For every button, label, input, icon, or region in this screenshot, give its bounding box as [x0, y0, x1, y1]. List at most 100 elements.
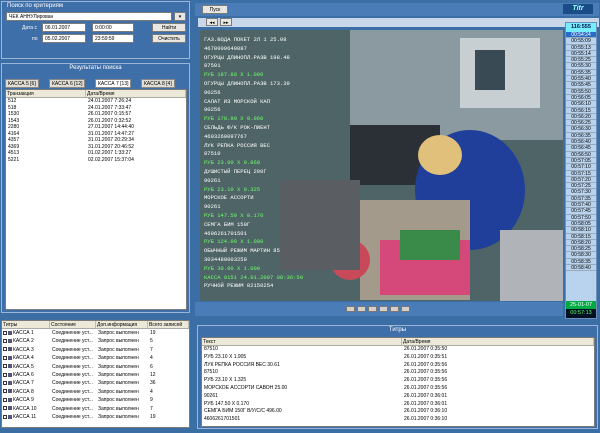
overlay-line: МОРСКОЕ АССОРТИ [204, 194, 254, 202]
register-checkbox[interactable] [3, 397, 7, 402]
state-cell: Соединение уст... [52, 380, 93, 387]
overlay-line: 4603260097767 [204, 132, 247, 140]
titles-panel: Титры Текст Дата/Время 87510 26.01.2007 0… [197, 325, 598, 429]
last-frame-button[interactable] [401, 306, 410, 312]
first-frame-button[interactable] [346, 306, 355, 312]
table-row[interactable]: ЛУК РЕПКА РОССИЯ ВЕС 30.61 26.01.2007 0:3… [202, 362, 594, 370]
table-row[interactable]: РУБ 147.50 Х 0.170 26.01.2007 0:36:01 [202, 401, 594, 409]
total-cell: 5 [150, 338, 153, 345]
total-cell: 36 [150, 380, 156, 387]
register-name-cell: КАССА 4 [2, 354, 50, 362]
tab-kassa-7[interactable]: КАССА 7 [13] [95, 79, 132, 88]
table-row[interactable]: 87510 26.01.2007 0:35:50 [202, 346, 594, 354]
rewind-button[interactable]: ◂◂ [206, 18, 218, 26]
overlay-line: 90261 [204, 176, 221, 184]
column-datetime[interactable]: Дата/Время [86, 90, 186, 97]
table-row[interactable]: 90261 26.01.2007 0:36:01 [202, 393, 594, 401]
date-from-input[interactable]: 06.01.2007 [42, 23, 86, 32]
register-checkbox[interactable] [3, 339, 7, 344]
table-row[interactable]: КАССА 8 Соединение уст... Запрос выполнен 4 [2, 388, 189, 396]
clear-button[interactable]: Очистить [152, 34, 186, 43]
tab-kassa-8[interactable]: КАССА 8 [4] [141, 79, 175, 88]
register-checkbox[interactable] [3, 347, 7, 352]
search-panel: Поиск по критериям ЧЕК АННУЛирован ▾ Дат… [1, 1, 190, 59]
register-checkbox[interactable] [3, 330, 7, 335]
state-cell: Соединение уст... [52, 397, 93, 404]
table-row[interactable]: МОРСКОЕ АССОРТИ САВОН 25.00 26.01.2007 0:… [202, 385, 594, 393]
title-datetime-cell: 26.01.2007 0:36:10 [404, 416, 448, 423]
timeline: 116:555 00:54:24 00:55:09 00:55:13 00:55:14… [565, 22, 597, 319]
table-row[interactable]: КАССА 5 Соединение уст... Запрос выполнен 6 [2, 363, 189, 371]
state-cell: Соединение уст... [52, 346, 93, 353]
column-text[interactable]: Текст [202, 338, 402, 345]
register-icon [8, 364, 12, 369]
register-checkbox[interactable] [3, 414, 7, 419]
register-checkbox[interactable] [3, 381, 7, 386]
video-frame[interactable]: ГАЗ.ВОДА ПОКЕТ 2Л 1 25.08 4670009640087 ОГ… [200, 30, 563, 301]
overlay-line: ОГУРЦЫ ДЛИНОПЛ.РАЗВ 173.39 [204, 80, 290, 87]
forward-button[interactable]: ▸▸ [220, 18, 232, 26]
time-from-input[interactable]: 0:00:00 [92, 23, 134, 32]
register-name-cell: КАССА 7 [2, 379, 50, 387]
column-title-datetime[interactable]: Дата/Время [402, 338, 594, 345]
table-row[interactable]: КАССА 3 Соединение уст... Запрос выполнен 7 [2, 346, 189, 354]
register-checkbox[interactable] [3, 355, 7, 360]
register-label: КАССА 2 [13, 338, 34, 345]
register-label: КАССА 10 [13, 405, 37, 412]
table-row[interactable]: РУБ 23.10 Х 1.905 26.01.2007 0:35:51 [202, 354, 594, 362]
table-row[interactable]: 5221 02.02.2007 15:37:04 [6, 157, 186, 164]
table-row[interactable]: КАССА 1 Соединение уст... Запрос выполнен 1… [2, 329, 189, 337]
overlay-line: 90256 [204, 106, 221, 114]
column-transaction[interactable]: Транзакция [6, 90, 86, 97]
overlay-line: 4670009640087 [204, 44, 247, 52]
next-frame-button[interactable] [390, 306, 399, 312]
register-checkbox[interactable] [3, 389, 7, 394]
date-to-input[interactable]: 05.02.2007 [42, 34, 86, 43]
title-datetime-cell: 26.01.2007 0:36:01 [404, 392, 448, 399]
register-checkbox[interactable] [3, 364, 7, 369]
receipt-type-button[interactable]: ▾ [174, 12, 186, 21]
table-row[interactable]: КАССА 9 Соединение уст... Запрос выполнен 9 [2, 396, 189, 404]
column-total[interactable]: Всего записей [148, 321, 189, 328]
info-cell: Запрос выполнен [98, 330, 139, 336]
overlay-line: РУБ 30.90 Х 1.000 [204, 264, 261, 272]
column-titles[interactable]: Титры [2, 321, 50, 328]
register-label: КАССА 6 [13, 371, 34, 378]
title-datetime-cell: 26.01.2007 0:35:56 [404, 361, 448, 368]
table-row[interactable]: 87510 26.01.2007 0:35:56 [202, 369, 594, 377]
register-label: КАССА 5 [13, 363, 34, 370]
date-bottom: 25-01-07 [566, 301, 596, 309]
table-row[interactable]: КАССА 6 Соединение уст... Запрос выполнен 1… [2, 371, 189, 379]
table-row[interactable]: 4606261701501 26.01.2007 0:36:10 [202, 416, 594, 424]
column-state[interactable]: Состояние [50, 321, 96, 328]
register-name-cell: КАССА 2 [2, 337, 50, 345]
info-cell: Запрос выполнен [98, 355, 139, 362]
title-datetime-cell: 26.01.2007 0:35:56 [404, 377, 448, 384]
table-row[interactable]: КАССА 4 Соединение уст... Запрос выполнен 4 [2, 354, 189, 362]
overlay-line: 90256 [204, 88, 221, 96]
tab-kassa-6[interactable]: КАССА 6 [12] [49, 79, 86, 88]
register-checkbox[interactable] [3, 372, 7, 377]
play-button[interactable]: Пуск [202, 5, 228, 14]
play-control-button[interactable] [379, 306, 388, 312]
table-row[interactable]: РУБ 23.10 Х 1.325 26.01.2007 0:35:56 [202, 377, 594, 385]
prev-frame-button[interactable] [357, 306, 366, 312]
table-row[interactable]: КАССА 2 Соединение уст... Запрос выполнен 5 [2, 337, 189, 345]
table-row[interactable]: КАССА 10 Соединение уст... Запрос выполнен… [2, 405, 189, 413]
register-checkbox[interactable] [3, 406, 7, 411]
table-row[interactable]: КАССА 7 Соединение уст... Запрос выполнен 3… [2, 379, 189, 387]
state-cell: Соединение уст... [52, 371, 93, 378]
timeline-entry[interactable]: 00:58:40 [566, 265, 596, 272]
column-info[interactable]: Доп.информация [96, 321, 148, 328]
table-row[interactable]: СЕМГА БИМ 150Г В/У/С/С 496.00 26.01.2007 … [202, 408, 594, 416]
overlay-line: 87501 [204, 62, 221, 70]
stop-button[interactable] [368, 306, 377, 312]
table-row[interactable]: КАССА 11 Соединение уст... Запрос выполнен… [2, 413, 189, 421]
tab-kassa-5[interactable]: КАССА 5 [6] [5, 79, 39, 88]
register-label: КАССА 1 [13, 330, 34, 336]
time-to-input[interactable]: 23:59:59 [92, 34, 134, 43]
register-name-cell: КАССА 1 [2, 329, 50, 337]
receipt-type-select[interactable]: ЧЕК АННУЛирован [6, 12, 172, 21]
find-button[interactable]: Найти [152, 23, 186, 32]
total-cell: 19 [150, 330, 156, 336]
